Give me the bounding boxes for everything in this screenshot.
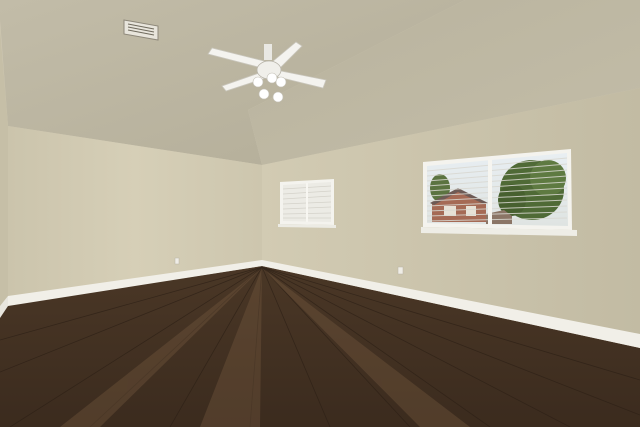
fan-light	[258, 88, 270, 100]
fan-light	[275, 76, 287, 88]
wall-outlet	[397, 266, 404, 275]
window-right-wall	[421, 149, 577, 236]
fan-light	[266, 72, 278, 84]
fan-light	[272, 91, 284, 103]
wall-outlet	[174, 257, 180, 265]
fan-light	[252, 76, 264, 88]
empty-room-photo	[0, 0, 640, 427]
window-back-wall	[278, 179, 336, 228]
room-illustration	[0, 0, 640, 427]
